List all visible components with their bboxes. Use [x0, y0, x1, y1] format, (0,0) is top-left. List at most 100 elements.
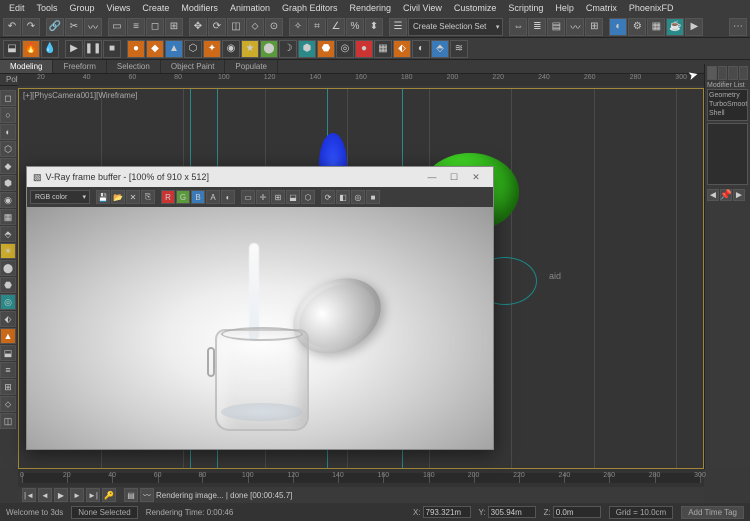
rail-btn-7[interactable]: ◉	[0, 192, 16, 208]
rail-btn-6[interactable]: ⬢	[0, 175, 16, 191]
redo-button[interactable]: ↷	[22, 18, 40, 36]
vfb-clear-button[interactable]: ✕	[126, 190, 140, 204]
toolbtn-9[interactable]: ☽	[279, 40, 297, 58]
rail-btn-13[interactable]: ◎	[0, 294, 16, 310]
stack-item[interactable]: Geometry	[709, 91, 746, 100]
toolbtn-17[interactable]: ⬘	[431, 40, 449, 58]
menu-create[interactable]: Create	[137, 3, 174, 13]
select-button[interactable]: ▭	[108, 18, 126, 36]
vfb-btn-a[interactable]: ⊞	[271, 190, 285, 204]
phoenix-fire-button[interactable]: 🔥	[22, 40, 40, 58]
y-input[interactable]	[488, 506, 536, 518]
angle-snap-button[interactable]: ∠	[327, 18, 345, 36]
key-mode-button[interactable]: 🔑	[102, 488, 116, 502]
toolbtn-7[interactable]: ★	[241, 40, 259, 58]
render-prod-button[interactable]: ▶	[685, 18, 703, 36]
curves-button[interactable]: 〰	[140, 488, 154, 502]
rail-btn-4[interactable]: ⬡	[0, 141, 16, 157]
rail-btn-10[interactable]: ☀	[0, 243, 16, 259]
toolbtn-14[interactable]: ▦	[374, 40, 392, 58]
menu-grapheditors[interactable]: Graph Editors	[277, 3, 343, 13]
tab-objectpaint[interactable]: Object Paint	[161, 60, 226, 73]
x-input[interactable]	[423, 506, 471, 518]
vfb-btn-c[interactable]: ⬡	[301, 190, 315, 204]
menu-phoenixfd[interactable]: PhoenixFD	[624, 3, 679, 13]
filters-button[interactable]: ▤	[124, 488, 138, 502]
toolbtn-8[interactable]: ⬤	[260, 40, 278, 58]
toolbtn-12[interactable]: ◎	[336, 40, 354, 58]
selection-set-dropdown[interactable]: Create Selection Set	[408, 18, 503, 36]
menu-views[interactable]: Views	[102, 3, 136, 13]
menu-civilview[interactable]: Civil View	[398, 3, 447, 13]
menu-customize[interactable]: Customize	[449, 3, 502, 13]
cmd-tab-hierarchy[interactable]	[728, 66, 738, 80]
spinner-snap-button[interactable]: ⬍	[365, 18, 383, 36]
rail-btn-9[interactable]: ⬘	[0, 226, 16, 242]
vfb-save-button[interactable]: 💾	[96, 190, 110, 204]
vfb-cc-button[interactable]: ◧	[336, 190, 350, 204]
rail-btn-18[interactable]: ⊞	[0, 379, 16, 395]
snaps-button[interactable]: ⌗	[308, 18, 326, 36]
vfb-mono-button[interactable]: ◐	[221, 190, 235, 204]
toolbtn-4[interactable]: ⬡	[184, 40, 202, 58]
percent-snap-button[interactable]: %	[346, 18, 364, 36]
vfb-red-button[interactable]: R	[161, 190, 175, 204]
mirror-button[interactable]: ⇔	[509, 18, 527, 36]
undo-button[interactable]: ↶	[3, 18, 21, 36]
menu-group[interactable]: Group	[65, 3, 100, 13]
minimize-button[interactable]: —	[421, 170, 443, 184]
toolbtn-5[interactable]: ✦	[203, 40, 221, 58]
toolbtn-15[interactable]: ⬖	[393, 40, 411, 58]
z-input[interactable]	[553, 506, 601, 518]
stack-prev-button[interactable]: ◄	[707, 189, 719, 201]
stack-item[interactable]: Shell	[709, 109, 746, 118]
pivot-button[interactable]: ⊙	[265, 18, 283, 36]
vfb-alpha-button[interactable]: A	[206, 190, 220, 204]
menu-tools[interactable]: Tools	[32, 3, 63, 13]
render-window-titlebar[interactable]: ▧ V-Ray frame buffer - [100% of 910 x 51…	[27, 167, 493, 187]
sim-pause-button[interactable]: ❚❚	[84, 40, 102, 58]
move-button[interactable]: ✥	[189, 18, 207, 36]
toolbtn-10[interactable]: ⬢	[298, 40, 316, 58]
vfb-region-button[interactable]: ▭	[241, 190, 255, 204]
select-rect-button[interactable]: ◻	[146, 18, 164, 36]
menu-cmatrix[interactable]: Cmatrix	[581, 3, 622, 13]
vfb-blue-button[interactable]: B	[191, 190, 205, 204]
ref-coord-button[interactable]: ⬦	[246, 18, 264, 36]
rail-btn-12[interactable]: ⬣	[0, 277, 16, 293]
rail-btn-19[interactable]: ⬦	[0, 396, 16, 412]
toolbtn-1[interactable]: ●	[127, 40, 145, 58]
vfb-stop-button[interactable]: ■	[366, 190, 380, 204]
render-image[interactable]	[27, 207, 493, 449]
render-button[interactable]: ☕	[666, 18, 684, 36]
menu-edit[interactable]: Edit	[4, 3, 30, 13]
vfb-history-button[interactable]: ⟳	[321, 190, 335, 204]
menu-modifiers[interactable]: Modifiers	[176, 3, 223, 13]
overflow-icon[interactable]: ⋯	[729, 18, 747, 36]
toolbtn-16[interactable]: ◐	[412, 40, 430, 58]
rail-btn-3[interactable]: ◐	[0, 124, 16, 140]
rail-btn-5[interactable]: ◆	[0, 158, 16, 174]
toolbtn-2[interactable]: ◆	[146, 40, 164, 58]
rail-btn-8[interactable]: ▦	[0, 209, 16, 225]
toolbtn-13[interactable]: ●	[355, 40, 373, 58]
vfb-btn-b[interactable]: ⬓	[286, 190, 300, 204]
layers-button[interactable]: ▤	[547, 18, 565, 36]
render-frame-button[interactable]: ▦	[647, 18, 665, 36]
rotate-button[interactable]: ⟳	[208, 18, 226, 36]
goto-end-button[interactable]: ►|	[86, 488, 100, 502]
maximize-button[interactable]: ☐	[443, 170, 465, 184]
menu-rendering[interactable]: Rendering	[345, 3, 397, 13]
rail-btn-15[interactable]: ▲	[0, 328, 16, 344]
render-setup-button[interactable]: ⚙	[628, 18, 646, 36]
viewport-label[interactable]: [+][PhysCamera001][Wireframe]	[23, 91, 137, 100]
sim-stop-button[interactable]: ■	[103, 40, 121, 58]
scale-button[interactable]: ◫	[227, 18, 245, 36]
state-set-button[interactable]: ⬓	[3, 40, 21, 58]
vfb-copy-button[interactable]: ⎘	[141, 190, 155, 204]
rail-btn-2[interactable]: ○	[0, 107, 16, 123]
rail-btn-1[interactable]: ◻	[0, 90, 16, 106]
tab-freeform[interactable]: Freeform	[53, 60, 106, 73]
menu-animation[interactable]: Animation	[225, 3, 275, 13]
cmd-tab-create[interactable]	[707, 66, 717, 80]
